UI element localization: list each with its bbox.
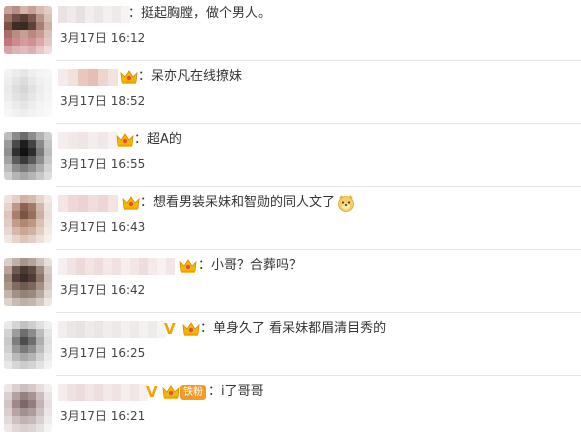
- comment-text: ：i了哥哥: [208, 384, 264, 399]
- comment-item: V ：单身久了 看呆妹都眉清目秀的 3月17日 16:25: [0, 315, 581, 375]
- comment-time: 3月17日 16:43: [60, 220, 146, 234]
- divider: [56, 249, 581, 250]
- avatar[interactable]: [4, 195, 52, 243]
- crown-icon: [162, 385, 180, 399]
- vip-icon: V: [146, 383, 158, 401]
- username[interactable]: [58, 321, 166, 338]
- username[interactable]: [58, 384, 148, 401]
- comment-text: ：想看男装呆妹和智勋的同人文了: [140, 193, 355, 213]
- vip-icon: V: [164, 320, 176, 338]
- username[interactable]: [58, 69, 118, 86]
- avatar[interactable]: [4, 258, 52, 306]
- divider: [56, 123, 581, 124]
- comment-time: 3月17日 16:25: [60, 346, 146, 360]
- crown-icon: [182, 322, 200, 336]
- comment-item: ：挺起胸膛，做个男人。 3月17日 16:12: [0, 0, 581, 60]
- username[interactable]: [58, 195, 118, 212]
- avatar[interactable]: [4, 6, 52, 54]
- avatar[interactable]: [4, 69, 52, 117]
- comment-time: 3月17日 16:12: [60, 31, 146, 45]
- avatar[interactable]: [4, 384, 52, 432]
- comment-text: ：挺起胸膛，做个男人。: [128, 6, 272, 21]
- fan-badge: 铁粉: [180, 385, 206, 400]
- comment-item: ：想看男装呆妹和智勋的同人文了 3月17日 16:43: [0, 189, 581, 249]
- divider: [56, 60, 581, 61]
- crown-icon: [122, 196, 140, 210]
- crown-icon: [179, 259, 197, 273]
- comment-text: ：超A的: [134, 132, 182, 147]
- username[interactable]: [58, 6, 130, 23]
- comment-item: ：小哥？合葬吗？ 3月17日 16:42: [0, 252, 581, 312]
- divider: [56, 186, 581, 187]
- avatar[interactable]: [4, 132, 52, 180]
- divider: [56, 312, 581, 313]
- comment-list: ：挺起胸膛，做个男人。 3月17日 16:12 ：呆亦凡在线撩妹 3月17日 1…: [0, 0, 581, 438]
- username[interactable]: [58, 132, 118, 149]
- comment-time: 3月17日 18:52: [60, 94, 146, 108]
- comment-time: 3月17日 16:42: [60, 283, 146, 297]
- comment-time: 3月17日 16:55: [60, 157, 146, 171]
- divider: [56, 375, 581, 376]
- crown-icon: [116, 133, 134, 147]
- comment-item: ：超A的 3月17日 16:55: [0, 126, 581, 186]
- comment-time: 3月17日 16:21: [60, 409, 146, 423]
- comment-text: ：呆亦凡在线撩妹: [138, 69, 243, 84]
- avatar[interactable]: [4, 321, 52, 369]
- comment-text: ：小哥？合葬吗？: [198, 258, 303, 273]
- comment-item: ：呆亦凡在线撩妹 3月17日 18:52: [0, 63, 581, 123]
- comment-text: ：单身久了 看呆妹都眉清目秀的: [200, 321, 387, 336]
- username[interactable]: [58, 258, 175, 275]
- comment-item: V 铁粉 ：i了哥哥 3月17日 16:21: [0, 378, 581, 438]
- doge-emoji-icon: [338, 194, 354, 212]
- crown-icon: [120, 70, 138, 84]
